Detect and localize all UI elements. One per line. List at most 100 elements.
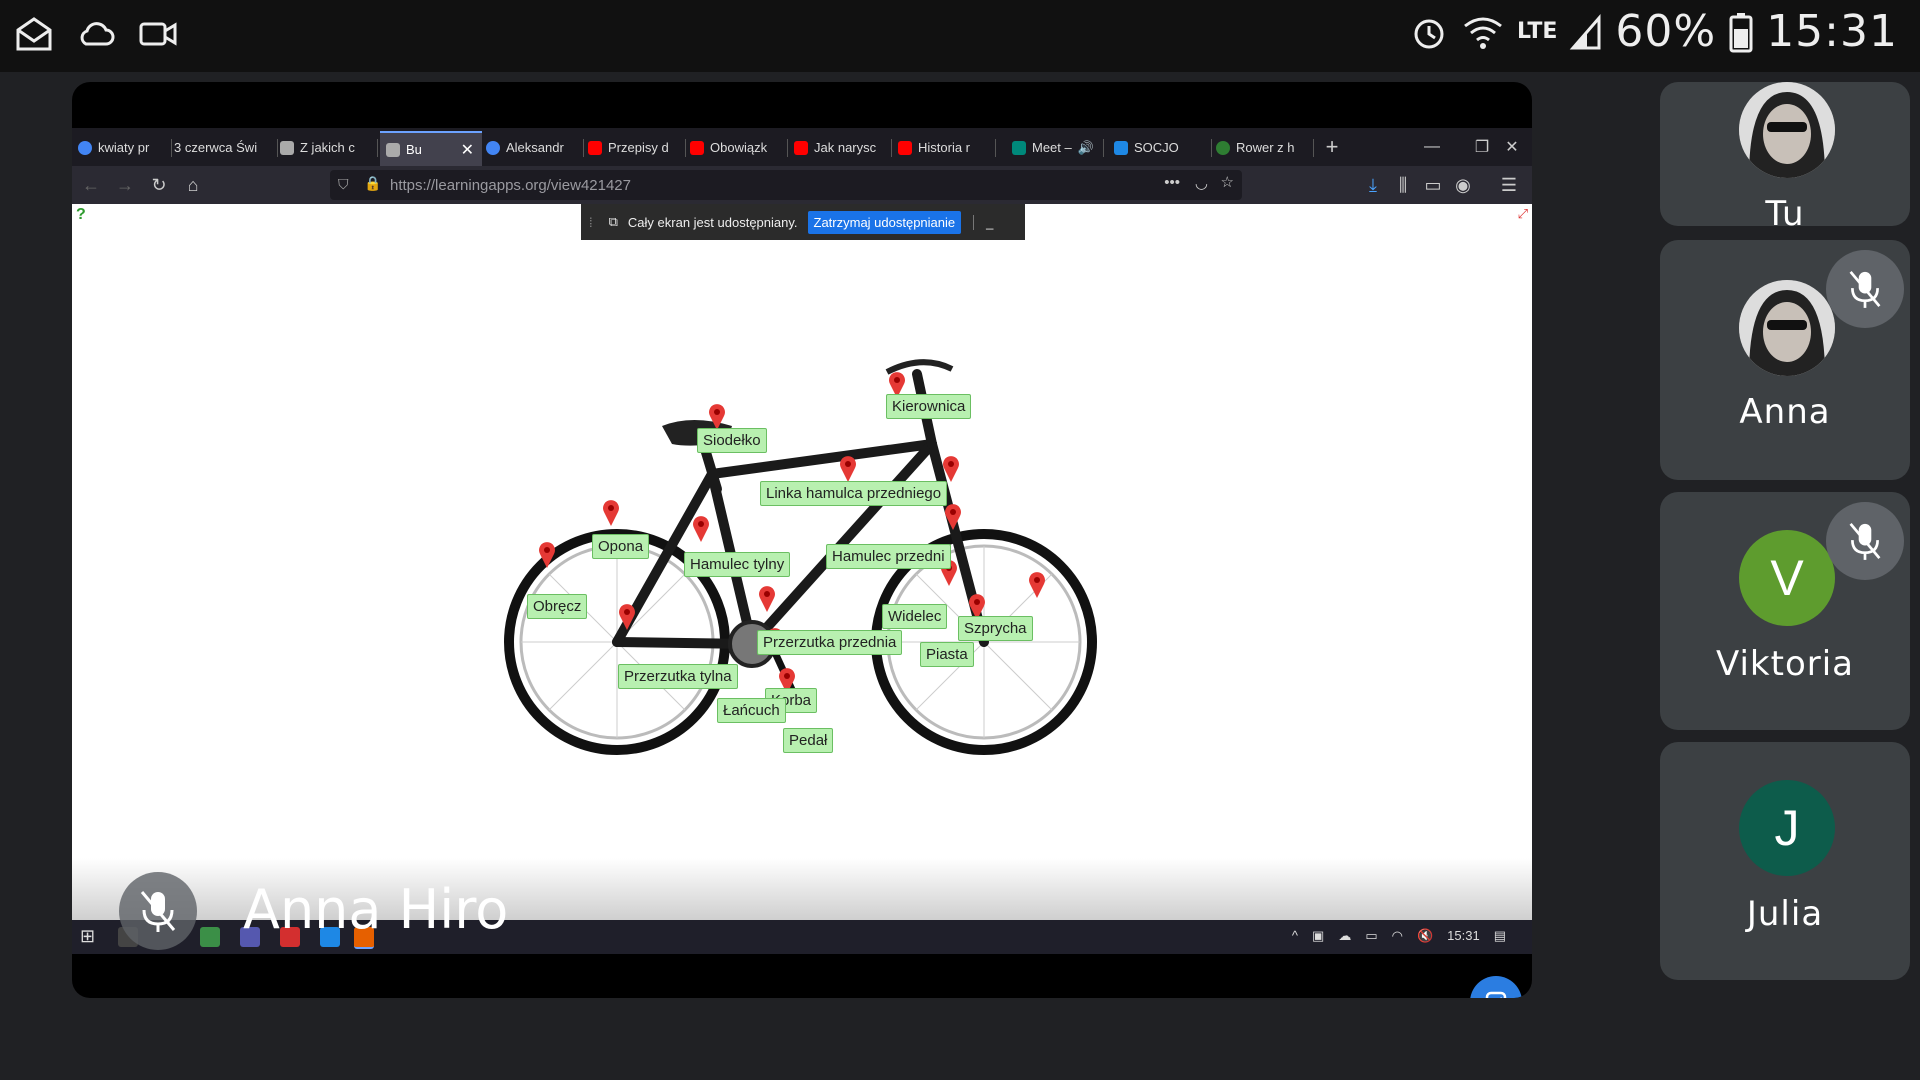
map-pin-icon <box>709 404 725 430</box>
tab-label: Aleksandr <box>506 140 564 155</box>
download-icon[interactable]: ⤓ <box>1360 172 1386 198</box>
browser-tab[interactable]: SOCJO <box>1108 131 1212 164</box>
status-bar: LTE 60% 15:31 <box>0 0 1920 72</box>
forward-icon[interactable]: → <box>112 172 138 198</box>
label-lancuch[interactable]: Łańcuch <box>717 698 786 723</box>
browser-tab[interactable]: Rower z h <box>1210 131 1314 164</box>
tab-label: kwiaty pr <box>98 140 150 155</box>
check-icon <box>1485 991 1507 998</box>
doc-icon <box>386 142 400 157</box>
reload-icon[interactable]: ↻ <box>146 172 172 198</box>
label-kierownica[interactable]: Kierownica <box>886 394 972 419</box>
clover-icon <box>1216 140 1230 155</box>
browser-tab[interactable]: Przepisy d <box>582 131 686 164</box>
tab-label: Przepisy d <box>608 140 669 155</box>
presenter-mic-off-icon <box>119 872 197 950</box>
browser-tab[interactable]: Jak narysc <box>788 131 892 164</box>
shared-screen: kwiaty pr 3 czerwca Świ Z jakich c Bu ✕ A… <box>72 82 1532 998</box>
bookmark-star-icon[interactable]: ☆ <box>1221 173 1234 191</box>
participant-tile-tu[interactable]: Tu <box>1660 82 1910 234</box>
participant-name: Julia <box>1746 894 1824 934</box>
battery-percent: 60% <box>1615 6 1717 57</box>
tab-label: 3 czerwca Świ <box>174 140 258 155</box>
mute-tray-icon[interactable]: 🔇 <box>1417 928 1433 944</box>
tab-label: SOCJO <box>1134 140 1179 155</box>
participant-name: Tu <box>1765 194 1805 234</box>
taskbar-clock: 15:31 <box>1447 928 1480 943</box>
socjo-icon <box>1114 140 1128 155</box>
tab-label: Bu <box>406 142 422 157</box>
label-obrecz[interactable]: Obręcz <box>527 594 588 619</box>
avatar-initial: V <box>1739 530 1835 626</box>
participant-tile-viktoria[interactable]: V Viktoria <box>1660 492 1910 730</box>
avatar-photo <box>1739 280 1835 376</box>
label-przerzutka-tylna[interactable]: Przerzutka tylna <box>618 664 738 689</box>
participant-name: Anna <box>1739 392 1831 432</box>
label-opona[interactable]: Opona <box>592 534 650 559</box>
home-icon[interactable]: ⌂ <box>180 172 206 198</box>
network-type: LTE <box>1516 19 1558 44</box>
participant-name: Viktoria <box>1715 644 1855 684</box>
speaker-icon: 🔊 <box>1077 139 1094 155</box>
paint-icon[interactable] <box>200 927 220 947</box>
presenter-name: Anna Hiro <box>243 878 509 941</box>
wifi-tray-icon: ◠ <box>1391 928 1403 943</box>
library-icon[interactable]: ⫼ <box>1390 172 1416 198</box>
youtube-icon <box>588 140 602 155</box>
label-hamulec-tylny[interactable]: Hamulec tylny <box>684 552 791 577</box>
tab-label: Historia r <box>918 140 971 155</box>
close-window-icon[interactable]: ✕ <box>1492 128 1532 166</box>
youtube-icon <box>690 140 704 155</box>
browser-tab-active[interactable]: Bu ✕ <box>380 131 482 166</box>
browser-tab[interactable]: kwiaty pr <box>72 131 172 164</box>
back-icon[interactable]: ← <box>78 172 104 198</box>
label-pedal[interactable]: Pedał <box>783 728 834 753</box>
map-pin-icon <box>840 456 856 482</box>
participant-tile-julia[interactable]: J Julia <box>1660 742 1910 980</box>
check-answers-button[interactable] <box>1470 976 1522 998</box>
onedrive-icon: ☁ <box>1338 928 1352 943</box>
notification-icon[interactable]: ▤ <box>1494 928 1506 944</box>
label-siodelko[interactable]: Siodełko <box>697 428 767 453</box>
account-icon[interactable]: ◉ <box>1450 172 1476 198</box>
chevron-up-icon[interactable]: ^ <box>1292 928 1298 944</box>
label-linka-hamulca[interactable]: Linka hamulca przedniego <box>760 481 948 506</box>
menu-icon[interactable]: ☰ <box>1496 172 1522 198</box>
url-bar[interactable]: ⛉ 🔒 https://learningapps.org/view421427 … <box>330 170 1242 200</box>
more-icon[interactable]: ••• <box>1164 174 1180 191</box>
map-pin-icon <box>539 542 555 568</box>
signal-icon <box>1570 13 1601 49</box>
browser-tab[interactable]: 3 czerwca Świ <box>168 131 278 164</box>
tab-label: Z jakich c <box>300 140 355 155</box>
minimize-icon[interactable]: — <box>1412 128 1452 166</box>
browser-tab[interactable]: Z jakich c <box>274 131 378 164</box>
label-przerzutka-przednia[interactable]: Przerzutka przednia <box>757 630 903 655</box>
shield-icon: ⛉ <box>338 176 349 192</box>
learningapps-page: ? ⤢ ⁞ ⧉ Cały ekran jest udostępniany. Za… <box>72 204 1532 998</box>
browser-tab[interactable]: Meet – 🔊 <box>1006 131 1104 164</box>
windows-start-icon[interactable]: ⊞ <box>80 926 95 947</box>
label-szprycha[interactable]: Szprycha <box>958 616 1033 641</box>
avatar-photo <box>1739 82 1835 178</box>
browser-tab[interactable]: Obowiązk <box>684 131 788 164</box>
wifi-icon <box>1464 17 1502 49</box>
label-piasta[interactable]: Piasta <box>920 642 974 667</box>
close-tab-icon[interactable]: ✕ <box>461 140 474 160</box>
label-hamulec-przedni[interactable]: Hamulec przedni <box>826 544 951 569</box>
device-icon: ▣ <box>1312 928 1325 943</box>
new-tab-button[interactable]: + <box>1312 128 1352 166</box>
cloud-sync-icon <box>80 22 115 46</box>
label-widelec[interactable]: Widelec <box>882 604 948 629</box>
google-icon <box>486 140 500 155</box>
battery-icon <box>1729 12 1753 52</box>
map-pin-icon <box>943 456 959 482</box>
browser-tab[interactable]: Aleksandr <box>480 131 584 164</box>
pocket-icon[interactable]: ◡ <box>1195 174 1208 192</box>
sidebar-icon[interactable]: ▭ <box>1420 172 1446 198</box>
map-pin-icon <box>1029 572 1045 598</box>
browser-tab[interactable]: Historia r <box>892 131 996 164</box>
participant-tile-anna[interactable]: Anna <box>1660 240 1910 480</box>
url-text: https://learningapps.org/view421427 <box>390 177 631 194</box>
tab-label: Jak narysc <box>814 140 877 155</box>
map-pin-icon <box>693 516 709 542</box>
